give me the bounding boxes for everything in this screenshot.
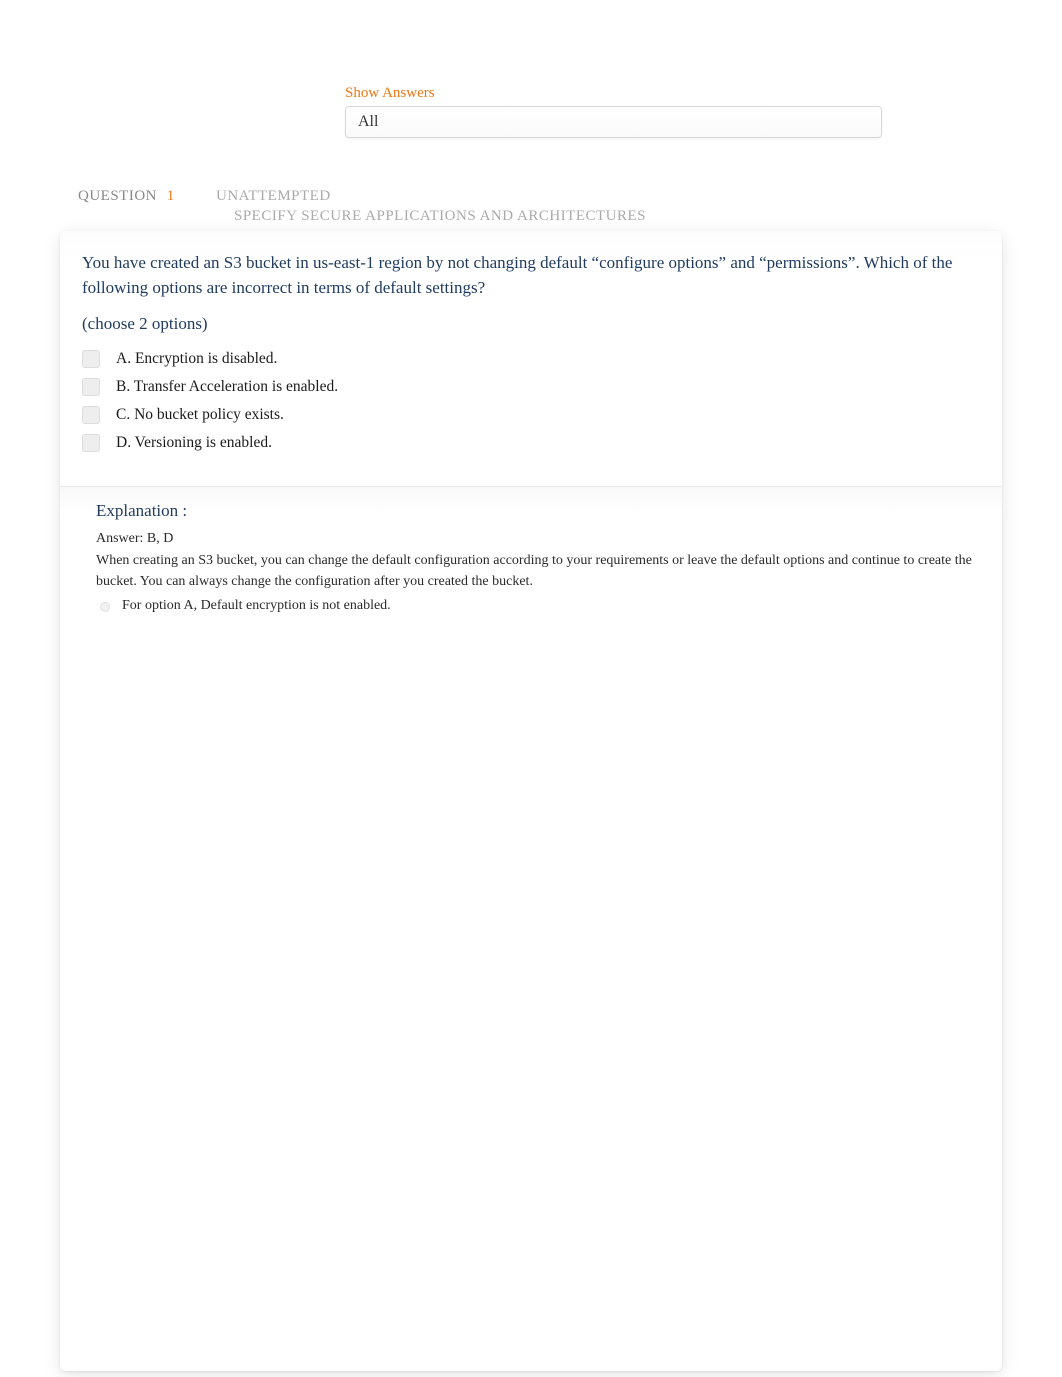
explanation-bullet: For option A, Default encryption is not …: [96, 598, 980, 614]
bullet-icon: [100, 602, 110, 612]
show-answers-label: Show Answers: [345, 85, 885, 102]
show-answers-filter: Show Answers All: [345, 85, 885, 138]
option-a[interactable]: A. Encryption is disabled.: [82, 350, 980, 368]
question-card: You have created an S3 bucket in us-east…: [60, 231, 1002, 1371]
option-text: D. Versioning is enabled.: [116, 434, 272, 452]
option-c[interactable]: C. No bucket policy exists.: [82, 406, 980, 424]
option-text: A. Encryption is disabled.: [116, 350, 277, 368]
explanation-title: Explanation :: [96, 501, 980, 521]
show-answers-dropdown[interactable]: All: [345, 106, 882, 138]
question-number: 1: [167, 188, 175, 204]
answer-line: Answer: B, D: [96, 531, 980, 547]
option-text: C. No bucket policy exists.: [116, 406, 284, 424]
checkbox-icon[interactable]: [82, 434, 100, 452]
checkbox-icon[interactable]: [82, 378, 100, 396]
explanation-block: Explanation : Answer: B, D When creating…: [60, 486, 1002, 634]
checkbox-icon[interactable]: [82, 350, 100, 368]
question-hint: (choose 2 options): [82, 314, 980, 334]
option-d[interactable]: D. Versioning is enabled.: [82, 434, 980, 452]
question-meta: QUESTION 1 UNATTEMPTED: [0, 188, 1062, 205]
question-label: QUESTION: [78, 188, 157, 204]
question-status: UNATTEMPTED: [216, 188, 331, 204]
option-b[interactable]: B. Transfer Acceleration is enabled.: [82, 378, 980, 396]
question-text: You have created an S3 bucket in us-east…: [82, 251, 980, 300]
question-category: SPECIFY SECURE APPLICATIONS AND ARCHITEC…: [234, 208, 646, 225]
explanation-paragraph: When creating an S3 bucket, you can chan…: [96, 551, 980, 592]
bullet-text: For option A, Default encryption is not …: [122, 598, 391, 614]
checkbox-icon[interactable]: [82, 406, 100, 424]
option-text: B. Transfer Acceleration is enabled.: [116, 378, 338, 396]
